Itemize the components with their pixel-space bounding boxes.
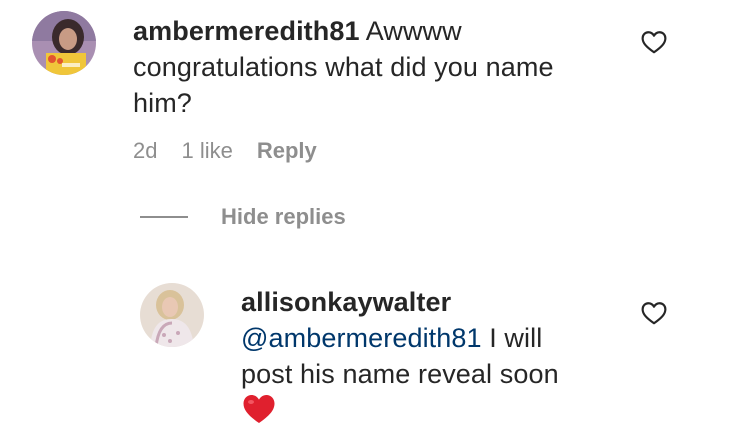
comment-text-line1: Awwww: [359, 16, 462, 46]
heart-emoji-icon: [242, 393, 276, 425]
reply-like-heart-icon[interactable]: [641, 301, 667, 325]
avatar[interactable]: [32, 11, 96, 75]
comment-like-count[interactable]: 1 like: [181, 138, 232, 164]
reply-text-line1: I will: [481, 323, 543, 353]
comment-username[interactable]: ambermeredith81: [133, 16, 360, 46]
reply-button[interactable]: Reply: [257, 138, 317, 164]
comment-text-line3: him?: [133, 88, 192, 118]
comment-meta: 2d 1 like Reply: [133, 138, 317, 164]
hide-replies-divider: [140, 216, 188, 218]
comments-thread: ambermeredith81 Awwww congratulations wh…: [0, 0, 750, 436]
comment-body: ambermeredith81 Awwww congratulations wh…: [133, 13, 603, 121]
reply-avatar[interactable]: [140, 283, 204, 347]
reply-body: allisonkaywalter @ambermeredith81 I will…: [241, 284, 631, 392]
like-heart-icon[interactable]: [641, 30, 667, 54]
comment-timestamp[interactable]: 2d: [133, 138, 157, 164]
avatar-photo-icon: [140, 283, 204, 347]
reply-mention-link[interactable]: @ambermeredith81: [241, 323, 482, 353]
avatar-photo-icon: [32, 11, 96, 75]
hide-replies-label: Hide replies: [221, 204, 346, 229]
comment-text-line2: congratulations what did you name: [133, 52, 554, 82]
hide-replies-button[interactable]: Hide replies: [140, 204, 346, 230]
reply-text-line2: post his name reveal soon: [241, 359, 559, 389]
reply-username[interactable]: allisonkaywalter: [241, 287, 451, 317]
